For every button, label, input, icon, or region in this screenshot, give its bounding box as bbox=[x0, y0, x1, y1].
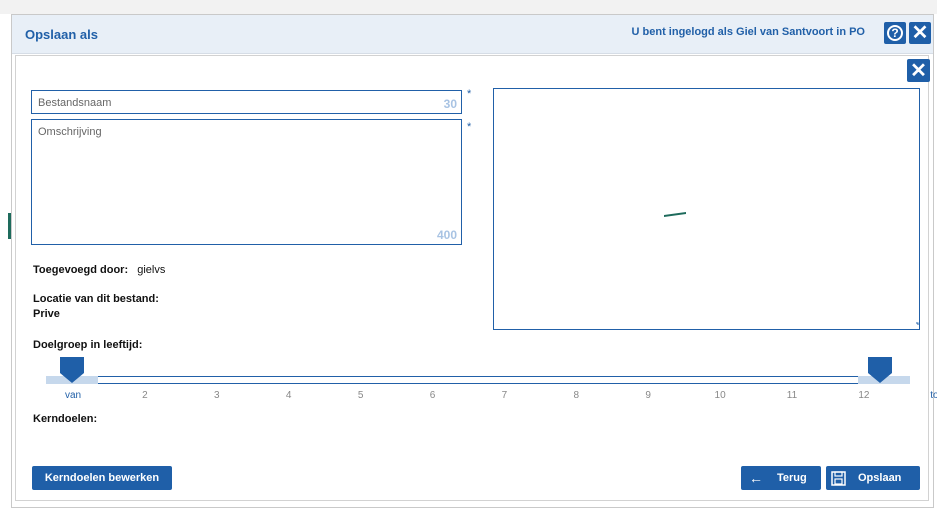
age-slider-max-handle[interactable] bbox=[868, 357, 892, 383]
age-tick-12: 12 bbox=[858, 390, 870, 401]
close-icon[interactable]: ✕ bbox=[909, 22, 931, 44]
arrow-left-icon: ← bbox=[749, 470, 763, 486]
description-required-mark: * bbox=[467, 121, 472, 133]
added-by-value: gielvs bbox=[137, 264, 166, 276]
age-tick-11: 11 bbox=[786, 390, 798, 401]
filename-field[interactable]: Bestandsnaam 30 bbox=[31, 90, 462, 114]
description-field[interactable]: Omschrijving 400 bbox=[31, 119, 462, 245]
help-icon[interactable]: ? bbox=[884, 22, 906, 44]
save-button[interactable]: Opslaan bbox=[826, 466, 920, 490]
age-tick-3: 3 bbox=[214, 390, 220, 401]
age-tick-7: 7 bbox=[501, 390, 508, 401]
location-label: Locatie van dit bestand: bbox=[33, 293, 159, 305]
floppy-disk-icon bbox=[831, 470, 846, 486]
description-placeholder: Omschrijving bbox=[38, 126, 102, 138]
age-tick-tot: tot bbox=[930, 390, 937, 401]
login-status: U bent ingelogd als Giel van Santvoort i… bbox=[631, 26, 865, 38]
age-tick-8: 8 bbox=[573, 390, 580, 401]
back-button-label: Terug bbox=[777, 472, 807, 484]
description-counter: 400 bbox=[436, 228, 457, 242]
filename-placeholder: Bestandsnaam bbox=[38, 97, 112, 109]
preview-graphic bbox=[664, 212, 919, 325]
edit-core-goals-button[interactable]: Kerndoelen bewerken bbox=[32, 466, 172, 490]
dialog-title: Opslaan als bbox=[25, 27, 98, 42]
added-by-label: Toegevoegd door: bbox=[33, 264, 129, 276]
age-group-label: Doelgroep in leeftijd: bbox=[33, 339, 143, 351]
age-tick-5: 5 bbox=[357, 390, 364, 401]
filename-required-mark: * bbox=[467, 88, 472, 100]
age-slider-min-handle[interactable] bbox=[60, 357, 84, 383]
age-tick-2: 2 bbox=[142, 390, 148, 401]
age-tick-van: van bbox=[64, 390, 82, 401]
file-preview bbox=[493, 88, 920, 330]
backdrop bbox=[0, 0, 937, 14]
age-tick-9: 9 bbox=[645, 390, 651, 401]
filename-counter: 30 bbox=[443, 97, 457, 111]
location-value: Prive bbox=[33, 308, 60, 320]
added-by-row: Toegevoegd door: gielvs bbox=[33, 264, 165, 276]
age-tick-10: 10 bbox=[714, 390, 726, 401]
core-goals-label: Kerndoelen: bbox=[33, 413, 98, 425]
age-slider-range bbox=[98, 376, 858, 384]
dialog-header: Opslaan als U bent ingelogd als Giel van… bbox=[12, 15, 933, 54]
save-button-label: Opslaan bbox=[858, 472, 902, 484]
save-as-dialog: Opslaan als U bent ingelogd als Giel van… bbox=[11, 14, 937, 508]
age-tick-4: 4 bbox=[285, 390, 292, 401]
back-button[interactable]: ← Terug bbox=[741, 466, 821, 490]
panel-close-icon[interactable]: ✕ bbox=[907, 59, 930, 82]
age-tick-6: 6 bbox=[429, 390, 436, 401]
